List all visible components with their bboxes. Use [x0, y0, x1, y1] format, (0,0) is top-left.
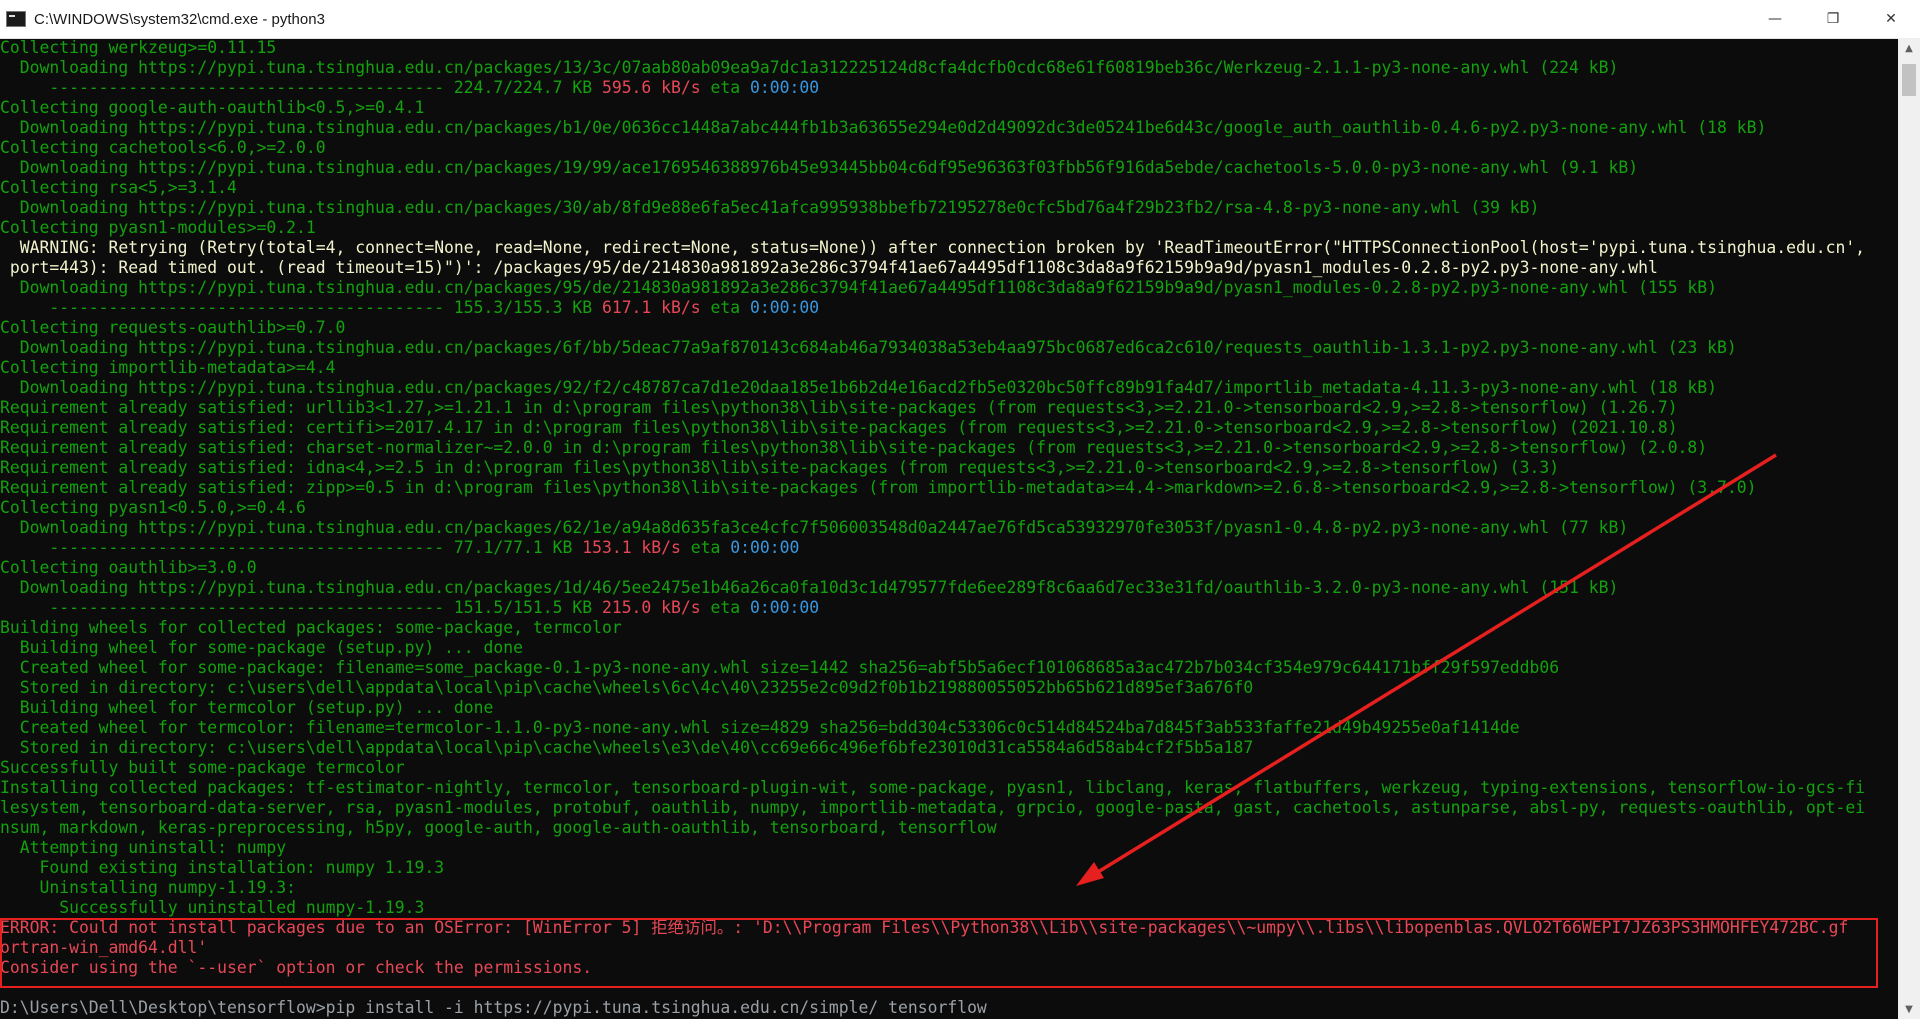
progress-bar-text: ----------------------------------------… — [0, 538, 583, 557]
eta-value: 0:00:00 — [749, 78, 820, 97]
console-line: Collecting importlib-metadata>=4.4 — [0, 358, 336, 377]
console-line: Uninstalling numpy-1.19.3: — [0, 878, 297, 897]
progress-line: ----------------------------------------… — [0, 298, 819, 318]
console-line: Downloading https://pypi.tuna.tsinghua.e… — [0, 118, 1767, 137]
console-line: Downloading https://pypi.tuna.tsinghua.e… — [0, 338, 1737, 357]
console-line: Collecting pyasn1<0.5.0,>=0.4.6 — [0, 498, 306, 517]
console-line: Downloading https://pypi.tuna.tsinghua.e… — [0, 58, 1619, 77]
minimize-icon: — — [1768, 11, 1782, 27]
console-line: Attempting uninstall: numpy — [0, 838, 287, 857]
console-line: Created wheel for some-package: filename… — [0, 658, 1560, 677]
console-line: Downloading https://pypi.tuna.tsinghua.e… — [0, 378, 1718, 397]
console-line: lesystem, tensorboard-data-server, rsa, … — [0, 798, 1866, 817]
console-line: Requirement already satisfied: certifi>=… — [0, 418, 1678, 437]
console-line: Requirement already satisfied: zipp>=0.5… — [0, 478, 1757, 497]
warning-line: port=443): Read timed out. (read timeout… — [0, 258, 1658, 277]
console-line: Building wheels for collected packages: … — [0, 618, 622, 637]
minimize-button[interactable]: — — [1746, 0, 1804, 38]
console-line: Successfully built some-package termcolo… — [0, 758, 405, 777]
console-line: nsum, markdown, keras-preprocessing, h5p… — [0, 818, 997, 837]
console-line: Downloading https://pypi.tuna.tsinghua.e… — [0, 278, 1718, 297]
console-output[interactable]: Collecting werkzeug>=0.11.15 Downloading… — [0, 38, 1898, 1019]
console-line: Created wheel for termcolor: filename=te… — [0, 718, 1520, 737]
close-icon: ✕ — [1885, 11, 1897, 27]
progress-line: ----------------------------------------… — [0, 598, 819, 618]
progress-line: ----------------------------------------… — [0, 78, 819, 98]
window-controls: — ❐ ✕ — [1746, 0, 1920, 38]
error-line: Consider using the `--user` option or ch… — [0, 958, 593, 977]
title-bar[interactable]: C:\WINDOWS\system32\cmd.exe - python3 — … — [0, 0, 1920, 39]
console-line: Stored in directory: c:\users\dell\appda… — [0, 678, 1254, 697]
console-line: Requirement already satisfied: charset-n… — [0, 438, 1708, 457]
progress-bar-text: ----------------------------------------… — [0, 78, 602, 97]
console-line: Requirement already satisfied: urllib3<1… — [0, 398, 1678, 417]
error-line: ERROR: Could not install packages due to… — [0, 918, 1849, 937]
console-line: Building wheel for termcolor (setup.py) … — [0, 698, 494, 717]
close-button[interactable]: ✕ — [1862, 0, 1920, 38]
vertical-scrollbar[interactable]: ▲ ▼ — [1898, 38, 1920, 1019]
scroll-thumb[interactable] — [1902, 64, 1916, 96]
download-rate: 215.0 kB/s — [601, 598, 701, 617]
cmd-window: C:\WINDOWS\system32\cmd.exe - python3 — … — [0, 0, 1920, 1019]
cmd-icon — [6, 11, 26, 27]
maximize-button[interactable]: ❐ — [1804, 0, 1862, 38]
eta-label: eta — [700, 298, 750, 317]
restore-icon: ❐ — [1826, 11, 1840, 27]
console-line: Installing collected packages: tf-estima… — [0, 778, 1866, 797]
console-line: D:\Users\Dell\Desktop\tensorflow>pip ins… — [0, 998, 987, 1017]
download-rate: 595.6 kB/s — [601, 78, 701, 97]
console-line: Found existing installation: numpy 1.19.… — [0, 858, 445, 877]
console-line: Collecting rsa<5,>=3.1.4 — [0, 178, 237, 197]
console-line: Downloading https://pypi.tuna.tsinghua.e… — [0, 158, 1639, 177]
console-line: Collecting werkzeug>=0.11.15 — [0, 38, 277, 57]
console-line: Collecting oauthlib>=3.0.0 — [0, 558, 257, 577]
console-line: Collecting google-auth-oauthlib<0.5,>=0.… — [0, 98, 425, 117]
console-line: Stored in directory: c:\users\dell\appda… — [0, 738, 1254, 757]
download-rate: 153.1 kB/s — [582, 538, 681, 557]
console-line: Requirement already satisfied: idna<4,>=… — [0, 458, 1560, 477]
eta-label: eta — [680, 538, 731, 557]
scroll-up-arrow-icon[interactable]: ▲ — [1898, 38, 1920, 58]
error-line: ortran-win_amd64.dll' — [0, 938, 208, 957]
console-line: Building wheel for some-package (setup.p… — [0, 638, 524, 657]
scroll-down-arrow-icon[interactable]: ▼ — [1898, 999, 1920, 1019]
eta-value: 0:00:00 — [730, 538, 800, 557]
console-line: Collecting pyasn1-modules>=0.2.1 — [0, 218, 316, 237]
warning-line: WARNING: Retrying (Retry(total=4, connec… — [0, 238, 1866, 257]
eta-value: 0:00:00 — [749, 298, 820, 317]
eta-label: eta — [700, 78, 750, 97]
console-line: Collecting requests-oauthlib>=0.7.0 — [0, 318, 346, 337]
progress-bar-text: ----------------------------------------… — [0, 598, 602, 617]
download-rate: 617.1 kB/s — [601, 298, 701, 317]
console-line: Successfully uninstalled numpy-1.19.3 — [0, 898, 425, 917]
console-line: Downloading https://pypi.tuna.tsinghua.e… — [0, 518, 1629, 537]
progress-line: ----------------------------------------… — [0, 538, 799, 558]
progress-bar-text: ----------------------------------------… — [0, 298, 602, 317]
console-line: Downloading https://pypi.tuna.tsinghua.e… — [0, 578, 1619, 597]
eta-label: eta — [700, 598, 750, 617]
eta-value: 0:00:00 — [749, 598, 820, 617]
window-title: C:\WINDOWS\system32\cmd.exe - python3 — [34, 10, 325, 28]
console-line: Downloading https://pypi.tuna.tsinghua.e… — [0, 198, 1540, 217]
console-line: Collecting cachetools<6.0,>=2.0.0 — [0, 138, 326, 157]
